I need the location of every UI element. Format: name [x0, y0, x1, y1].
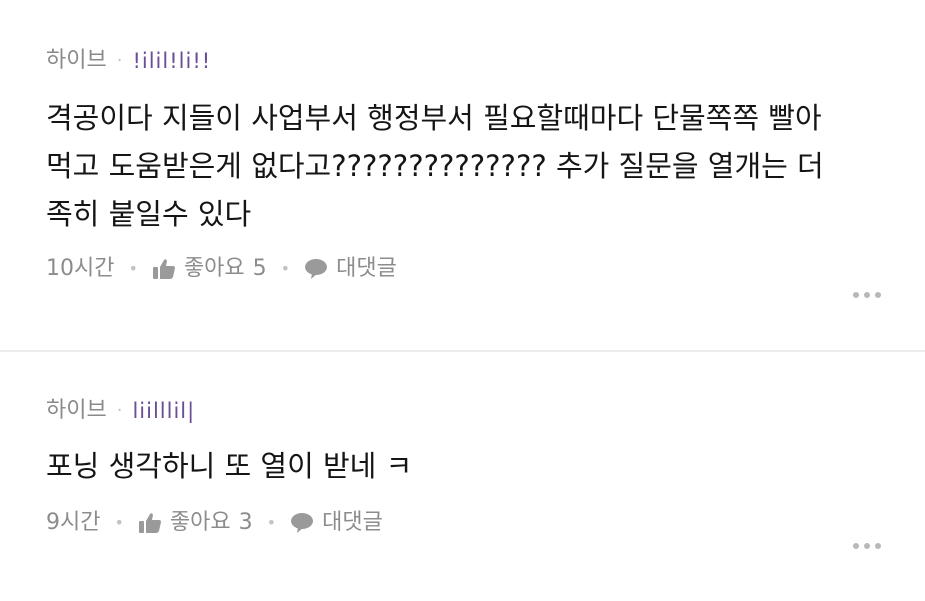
- comment-header: 하이브 · liilllil|: [46, 396, 879, 426]
- like-count: 5: [252, 256, 267, 281]
- footer-separator: •: [266, 513, 277, 532]
- comment-author[interactable]: 하이브: [46, 46, 107, 76]
- more-dots-icon: [875, 543, 881, 549]
- footer-separator: •: [280, 259, 291, 278]
- speech-bubble-icon: [304, 258, 328, 280]
- comment-item: 하이브 · liilllil| 포닝 생각하니 또 열이 받네 ㅋ 9시간 • …: [0, 352, 925, 601]
- more-dots-icon: [875, 292, 881, 298]
- like-label: 좋아요: [183, 256, 245, 281]
- thumbs-up-icon: [152, 258, 176, 280]
- reply-label: 대댓글: [336, 256, 397, 281]
- comment-footer: 10시간 • 좋아요 5 • 대댓글: [46, 254, 879, 284]
- like-button[interactable]: 좋아요 5: [152, 254, 267, 284]
- comment-time: 9시간: [46, 510, 101, 535]
- more-dots-icon: [864, 543, 870, 549]
- comment-item: 하이브 · !ilil!li!! 격공이다 지들이 사업부서 행정부서 필요할때…: [0, 0, 925, 352]
- comment-text: 포닝 생각하니 또 열이 받네 ㅋ: [46, 449, 413, 483]
- comment-nickname[interactable]: liilllil|: [132, 396, 195, 426]
- footer-separator: •: [114, 513, 124, 532]
- comment-text: 격공이다 지들이 사업부서 행정부서 필요할때마다 단물쪽쪽 빨아먹고 도움받은…: [46, 101, 824, 231]
- header-separator: ·: [116, 50, 123, 71]
- like-label: 좋아요: [169, 510, 231, 535]
- comment-header: 하이브 · !ilil!li!!: [46, 46, 879, 76]
- comment-nickname[interactable]: !ilil!li!!: [132, 46, 211, 76]
- comment-list: 하이브 · !ilil!li!! 격공이다 지들이 사업부서 행정부서 필요할때…: [0, 0, 925, 601]
- comment-author[interactable]: 하이브: [46, 396, 107, 426]
- more-dots-icon: [853, 292, 859, 298]
- comment-footer: 9시간 • 좋아요 3 • 대댓글: [46, 508, 879, 538]
- reply-button[interactable]: 대댓글: [290, 508, 383, 538]
- reply-label: 대댓글: [322, 510, 383, 535]
- speech-bubble-icon: [290, 512, 314, 534]
- footer-separator: •: [128, 259, 138, 278]
- comment-time: 10시간: [46, 256, 115, 281]
- more-options-button[interactable]: [853, 543, 881, 549]
- more-dots-icon: [864, 292, 870, 298]
- like-count: 3: [238, 510, 253, 535]
- like-button[interactable]: 좋아요 3: [138, 508, 253, 538]
- more-options-button[interactable]: [853, 292, 881, 298]
- more-dots-icon: [853, 543, 859, 549]
- thumbs-up-icon: [138, 512, 162, 534]
- reply-button[interactable]: 대댓글: [304, 254, 397, 284]
- header-separator: ·: [116, 400, 123, 421]
